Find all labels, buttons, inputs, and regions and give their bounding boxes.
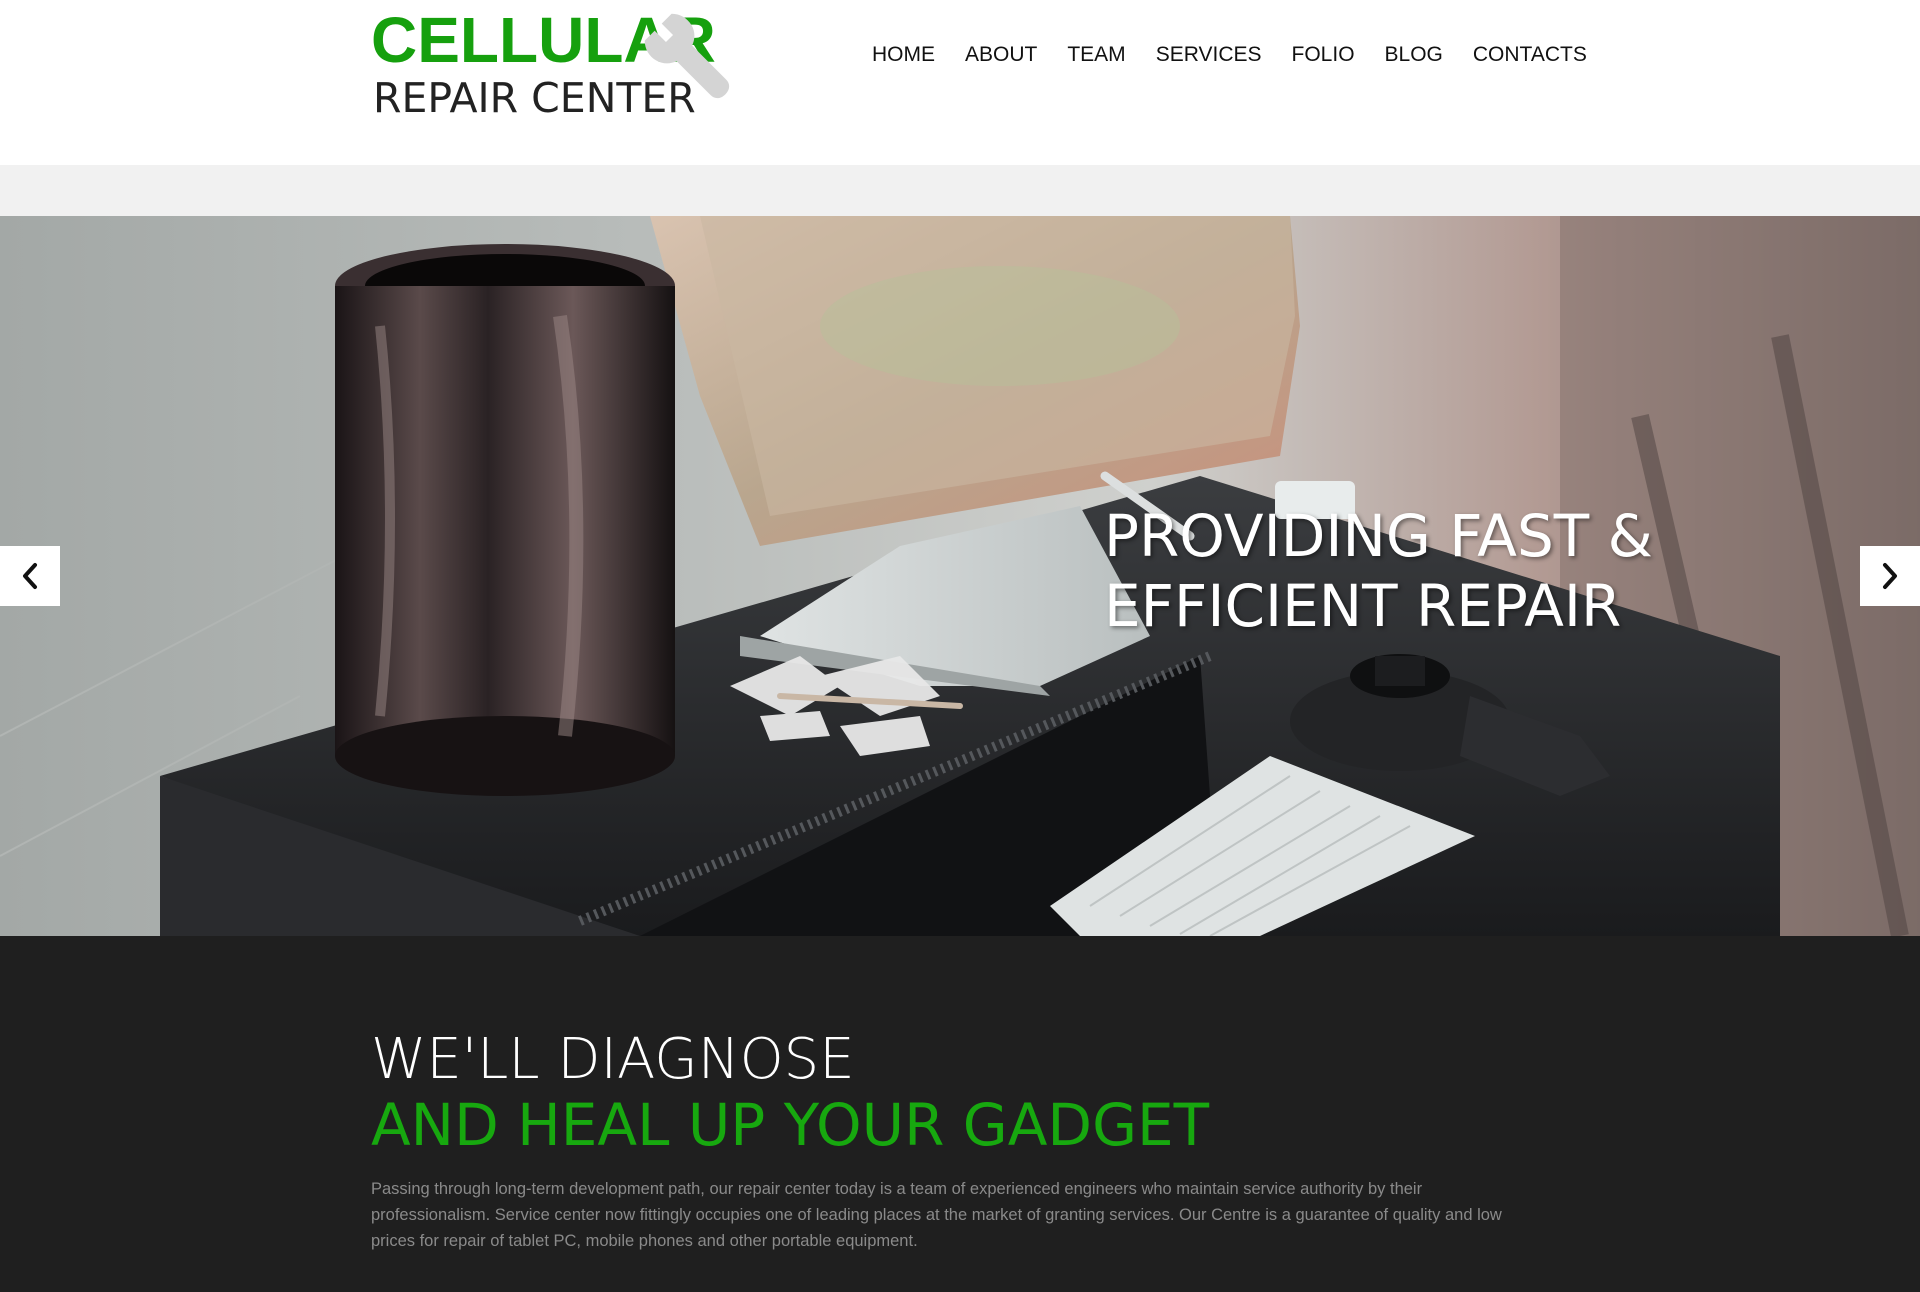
hero-slider: PROVIDING FAST & EFFICIENT REPAIR	[0, 216, 1920, 936]
main-nav: HOME ABOUT TEAM SERVICES FOLIO BLOG CONT…	[872, 40, 1587, 70]
header-divider-band	[0, 165, 1920, 216]
chevron-left-icon	[23, 563, 37, 589]
hero-caption: PROVIDING FAST & EFFICIENT REPAIR	[1104, 501, 1724, 641]
site-header: CELLULAR REPAIR CENTER HOME ABOUT TEAM S…	[0, 0, 1920, 165]
site-logo[interactable]: CELLULAR REPAIR CENTER	[371, 8, 751, 128]
nav-item-about[interactable]: ABOUT	[965, 40, 1037, 70]
logo-subtitle: REPAIR CENTER	[373, 74, 696, 122]
slider-next-button[interactable]	[1860, 546, 1920, 606]
nav-item-blog[interactable]: BLOG	[1385, 40, 1443, 70]
nav-item-services[interactable]: SERVICES	[1156, 40, 1262, 70]
intro-heading-line2: AND HEAL UP YOUR GADGET	[371, 1091, 1210, 1159]
intro-section: WE'LL DIAGNOSE AND HEAL UP YOUR GADGET P…	[0, 936, 1920, 1292]
hero-caption-line1: PROVIDING FAST &	[1104, 502, 1653, 570]
intro-heading-line1: WE'LL DIAGNOSE	[371, 1027, 855, 1092]
intro-body-text: Passing through long-term development pa…	[371, 1180, 1502, 1250]
hero-caption-line2: EFFICIENT REPAIR	[1104, 572, 1622, 640]
nav-item-team[interactable]: TEAM	[1067, 40, 1125, 70]
nav-item-folio[interactable]: FOLIO	[1292, 40, 1355, 70]
nav-item-contacts[interactable]: CONTACTS	[1473, 40, 1587, 70]
slider-prev-button[interactable]	[0, 546, 60, 606]
chevron-right-icon	[1883, 563, 1897, 589]
nav-item-home[interactable]: HOME	[872, 40, 935, 70]
